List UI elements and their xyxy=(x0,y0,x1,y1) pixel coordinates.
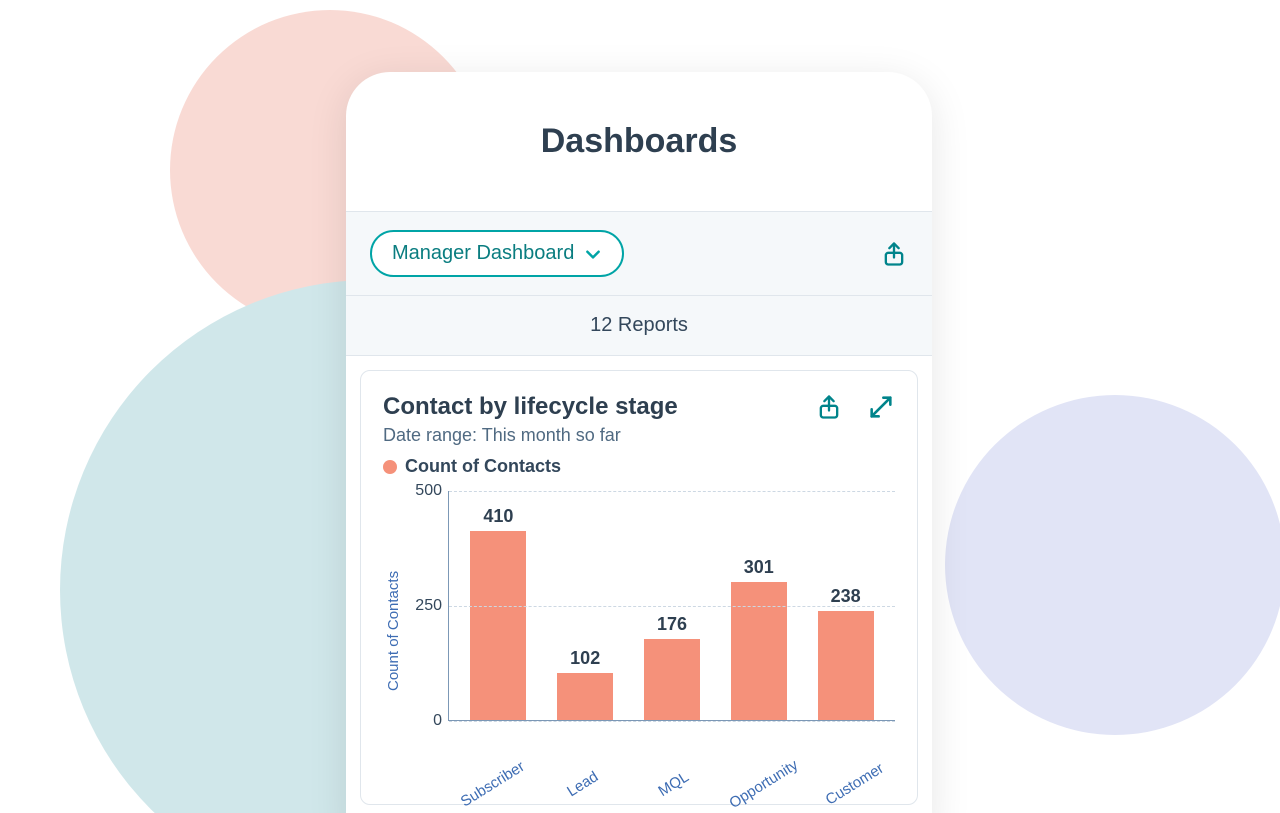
chevron-down-icon xyxy=(584,245,602,263)
chart-legend: Count of Contacts xyxy=(383,456,895,477)
chart-bar xyxy=(818,611,874,720)
app-header: Dashboards xyxy=(346,72,932,212)
legend-dot-icon xyxy=(383,460,397,474)
gridline xyxy=(449,721,895,722)
dashboard-selector-row: Manager Dashboard xyxy=(346,212,932,296)
report-card: Contact by lifecycle stage Date range: T… xyxy=(360,370,918,805)
report-date-range: Date range: This month so far xyxy=(383,425,678,446)
share-report-icon[interactable] xyxy=(815,393,843,421)
reports-count-label: 12 Reports xyxy=(346,296,932,356)
page-title: Dashboards xyxy=(541,122,738,161)
bar-value-label: 238 xyxy=(831,586,861,607)
bar-value-label: 176 xyxy=(657,614,687,635)
expand-icon[interactable] xyxy=(867,393,895,421)
legend-label: Count of Contacts xyxy=(405,456,561,477)
share-icon[interactable] xyxy=(880,240,908,268)
chart-bar xyxy=(470,531,526,720)
bar-value-label: 301 xyxy=(744,557,774,578)
y-tick-label: 0 xyxy=(433,712,442,730)
x-axis-labels: SubscriberLeadMQLOpportunityCustomer xyxy=(383,777,895,794)
y-tick-label: 500 xyxy=(415,482,442,500)
gridline xyxy=(449,491,895,492)
y-tick-label: 250 xyxy=(415,597,442,615)
mobile-frame: Dashboards Manager Dashboard 12 Reports … xyxy=(346,72,932,813)
chart-bar xyxy=(731,582,787,720)
dashboard-select-label: Manager Dashboard xyxy=(392,242,574,265)
decorative-circle-blue xyxy=(945,395,1280,735)
chart-bar xyxy=(557,673,613,720)
dashboard-select-button[interactable]: Manager Dashboard xyxy=(370,230,624,277)
chart-bar xyxy=(644,639,700,720)
y-axis-ticks: 0250500 xyxy=(404,491,448,721)
chart-area: Count of Contacts 0250500 410 102 176 301 23… xyxy=(383,491,895,771)
bar-value-label: 102 xyxy=(570,648,600,669)
y-axis-label: Count of Contacts xyxy=(383,491,404,771)
report-title: Contact by lifecycle stage xyxy=(383,393,678,421)
gridline xyxy=(449,606,895,607)
chart-plot: 410 102 176 301 238 xyxy=(448,491,895,721)
bar-value-label: 410 xyxy=(483,506,513,527)
